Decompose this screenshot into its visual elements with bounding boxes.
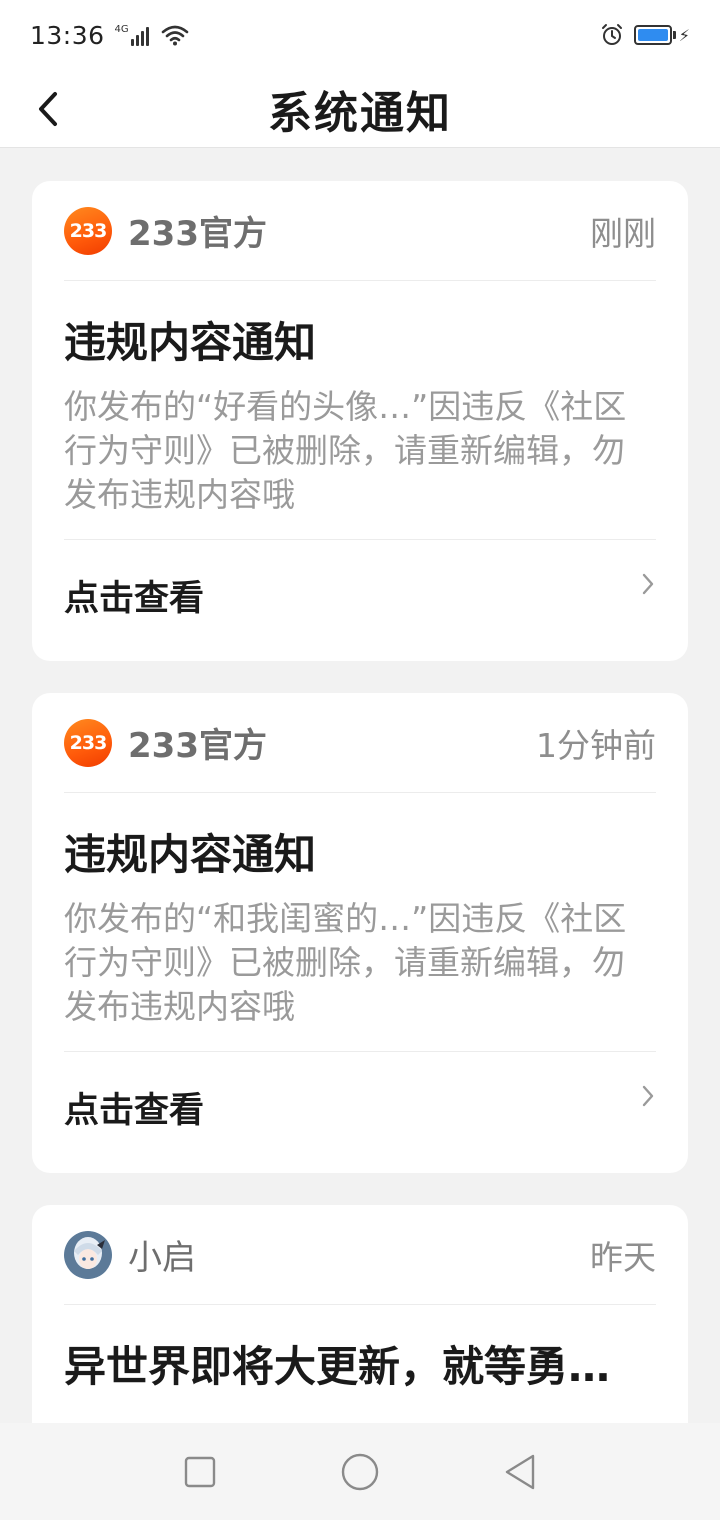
- alarm-icon: [601, 24, 622, 45]
- view-details-label: 点击查看: [64, 578, 205, 619]
- view-details-button[interactable]: 点击查看: [64, 1052, 656, 1162]
- system-nav-bar: [0, 1423, 720, 1520]
- back-button[interactable]: [28, 82, 68, 136]
- back-triangle-icon: [505, 1454, 535, 1489]
- chevron-right-icon: [642, 1085, 654, 1107]
- recents-button[interactable]: [170, 1442, 230, 1502]
- home-circle-icon: [341, 1453, 379, 1490]
- sender-name: 233官方: [128, 214, 267, 254]
- anime-avatar-icon: [64, 1230, 112, 1279]
- chevron-left-icon: [39, 92, 57, 126]
- charging-icon: ⚡: [678, 25, 690, 45]
- sender-avatar: 233: [64, 718, 112, 767]
- message-time: 刚刚: [590, 213, 656, 253]
- battery-icon: ⚡: [633, 25, 690, 45]
- message-title: 违规内容通知: [64, 830, 317, 879]
- sender-avatar: [64, 1230, 112, 1279]
- message-time: 1分钟前: [536, 725, 656, 765]
- card-header: 233 233官方 刚刚: [64, 181, 656, 281]
- message-title: 违规内容通知: [64, 318, 317, 367]
- status-time: 13:36: [30, 20, 105, 50]
- app-header: 系统通知: [0, 70, 720, 148]
- message-time: 昨天: [590, 1237, 656, 1277]
- notification-card[interactable]: 233 233官方 1分钟前 违规内容通知 你发布的“和我闺蜜的…”因违反《社区…: [32, 693, 688, 1173]
- page-title: 系统通知: [268, 87, 452, 139]
- view-details-label: 点击查看: [64, 1090, 205, 1131]
- message-body: 你发布的“好看的头像…”因违反《社区行为守则》已被删除，请重新编辑，勿发布违规内…: [64, 385, 656, 540]
- home-button[interactable]: [330, 1442, 390, 1502]
- back-nav-button[interactable]: [490, 1442, 550, 1502]
- status-bar: 13:36 4G ⚡: [0, 0, 720, 70]
- wifi-icon: [161, 25, 188, 46]
- notification-list[interactable]: 233 233官方 刚刚 违规内容通知 你发布的“好看的头像…”因违反《社区行为…: [0, 149, 720, 1423]
- message-title: 异世界即将大更新，就等勇…: [64, 1342, 611, 1391]
- message-body: 你发布的“和我闺蜜的…”因违反《社区行为守则》已被删除，请重新编辑，勿发布违规内…: [64, 897, 656, 1052]
- chevron-right-icon: [642, 573, 654, 595]
- sender-name: 小启: [128, 1238, 196, 1278]
- sender-avatar: 233: [64, 206, 112, 255]
- network-type: 4G: [114, 24, 129, 35]
- notification-card[interactable]: 小启 昨天 异世界即将大更新，就等勇…: [32, 1205, 688, 1423]
- sender-name: 233官方: [128, 726, 267, 766]
- card-header: 小启 昨天: [64, 1205, 656, 1305]
- screen: 13:36 4G ⚡ 系统通知 233 233官方 刚刚 违规内容通知 你发布的…: [0, 0, 720, 1520]
- recents-square-icon: [184, 1456, 216, 1487]
- signal-icon: 4G: [115, 24, 151, 46]
- card-header: 233 233官方 1分钟前: [64, 693, 656, 793]
- status-right: ⚡: [600, 23, 690, 47]
- view-details-button[interactable]: 点击查看: [64, 540, 656, 650]
- notification-card[interactable]: 233 233官方 刚刚 违规内容通知 你发布的“好看的头像…”因违反《社区行为…: [32, 181, 688, 661]
